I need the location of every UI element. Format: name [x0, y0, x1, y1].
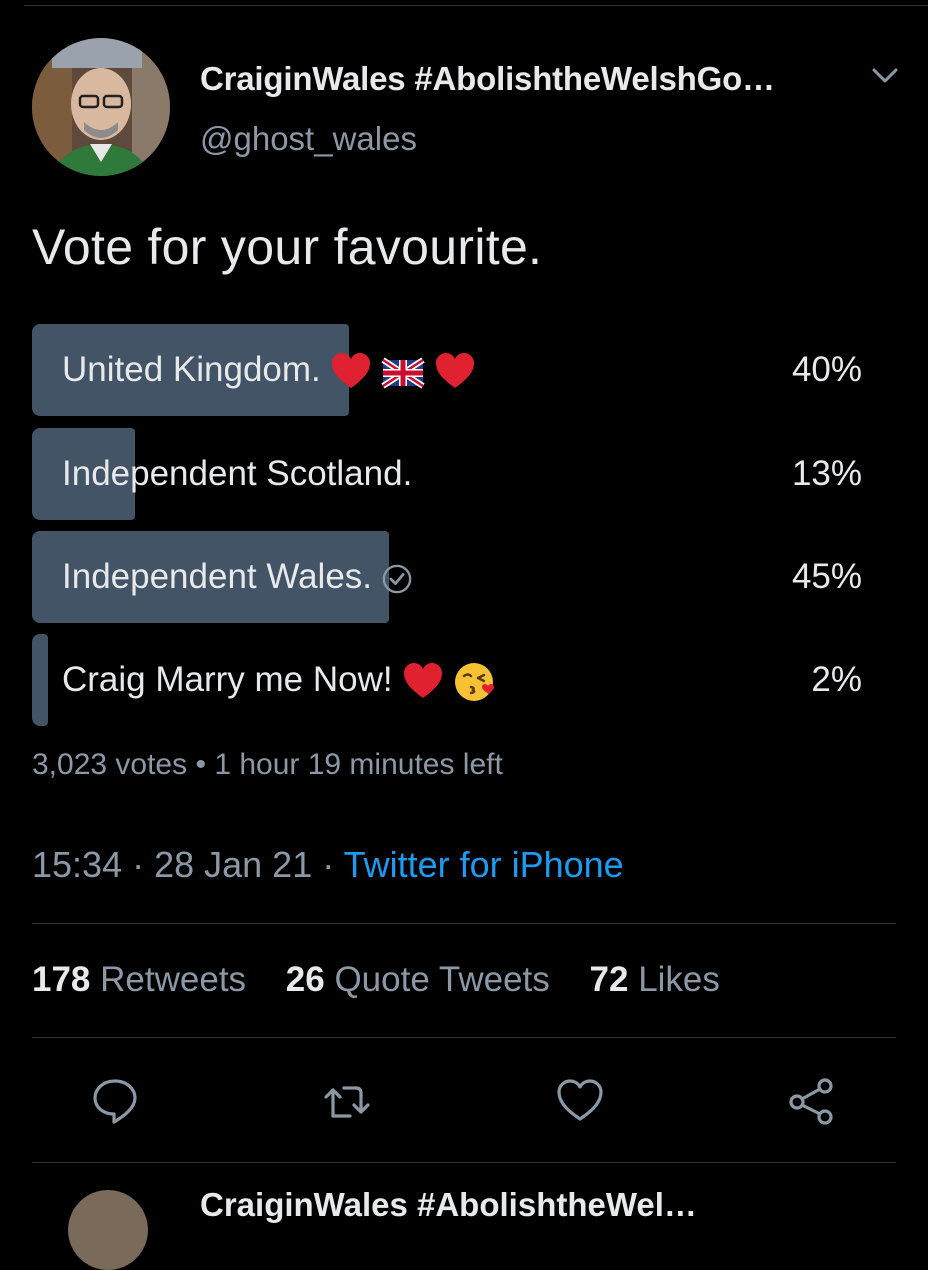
poll-option-percent: 40%	[791, 350, 862, 389]
divider	[32, 1162, 896, 1163]
poll-option-percent: 2%	[811, 660, 862, 699]
poll-votes: 3,023 votes	[32, 748, 188, 781]
poll-option-winner: Independent Wales. 45%	[32, 531, 862, 623]
poll-option-percent: 45%	[791, 557, 862, 596]
likes-stat[interactable]: 72 Likes	[590, 960, 720, 999]
engagement-stats: 178 Retweets 26 Quote Tweets 72 Likes	[32, 960, 750, 1000]
poll-option: Craig Marry me Now! 2%	[32, 634, 862, 726]
quote-tweets-label: Quote Tweets	[334, 960, 550, 999]
poll-time-left: 1 hour 19 minutes left	[214, 748, 503, 781]
tweet-source-link[interactable]: Twitter for iPhone	[344, 844, 624, 885]
separator: •	[187, 748, 215, 781]
tweet-timestamp-line: 15:34 · 28 Jan 21 · Twitter for iPhone	[32, 844, 624, 886]
separator: ·	[312, 844, 344, 885]
quote-tweets-count: 26	[285, 960, 325, 999]
poll-option: Independent Scotland. 13%	[32, 428, 862, 520]
avatar[interactable]	[32, 38, 170, 176]
avatar-image	[32, 38, 170, 176]
author-display-name[interactable]: CraiginWales #AbolishtheWelshGo…	[200, 60, 775, 98]
share-icon[interactable]	[787, 1076, 837, 1126]
poll-option-label: United Kingdom.	[62, 350, 321, 389]
retweets-count: 178	[32, 960, 91, 999]
poll-meta: 3,023 votes • 1 hour 19 minutes left	[32, 748, 503, 782]
like-heart-icon[interactable]	[555, 1076, 605, 1126]
retweet-icon[interactable]	[322, 1076, 372, 1126]
poll-option-label: Independent Wales.	[62, 557, 373, 596]
heart-icon	[401, 634, 445, 726]
uk-flag-icon	[381, 324, 425, 416]
heart-icon	[329, 324, 373, 416]
tweet-text: Vote for your favourite.	[32, 219, 543, 275]
poll-bar	[32, 634, 48, 726]
poll-option-label: Independent Scotland.	[62, 454, 413, 493]
check-circle-icon	[380, 531, 414, 623]
quote-tweets-stat[interactable]: 26 Quote Tweets	[286, 960, 550, 999]
divider	[32, 1037, 896, 1038]
reply-icon[interactable]	[90, 1076, 140, 1126]
poll-option: United Kingdom. 40%	[32, 324, 862, 416]
likes-label: Likes	[638, 960, 720, 999]
tweet-time[interactable]: 15:34	[32, 844, 122, 885]
author-handle[interactable]: @ghost_wales	[200, 120, 417, 158]
poll-option-label: Craig Marry me Now!	[62, 660, 393, 699]
poll-option-percent: 13%	[791, 454, 862, 493]
next-tweet-avatar[interactable]	[68, 1190, 148, 1270]
heart-icon	[433, 324, 477, 416]
next-tweet-author-name[interactable]: CraiginWales #AbolishtheWel…	[200, 1186, 697, 1224]
divider	[32, 923, 896, 924]
separator: ·	[122, 844, 155, 885]
retweets-stat[interactable]: 178 Retweets	[32, 960, 246, 999]
kissing-face-icon	[453, 634, 497, 726]
chevron-down-icon[interactable]	[868, 62, 902, 90]
top-divider	[24, 5, 928, 6]
retweets-label: Retweets	[100, 960, 247, 999]
tweet-date[interactable]: 28 Jan 21	[154, 844, 312, 885]
likes-count: 72	[589, 960, 629, 999]
